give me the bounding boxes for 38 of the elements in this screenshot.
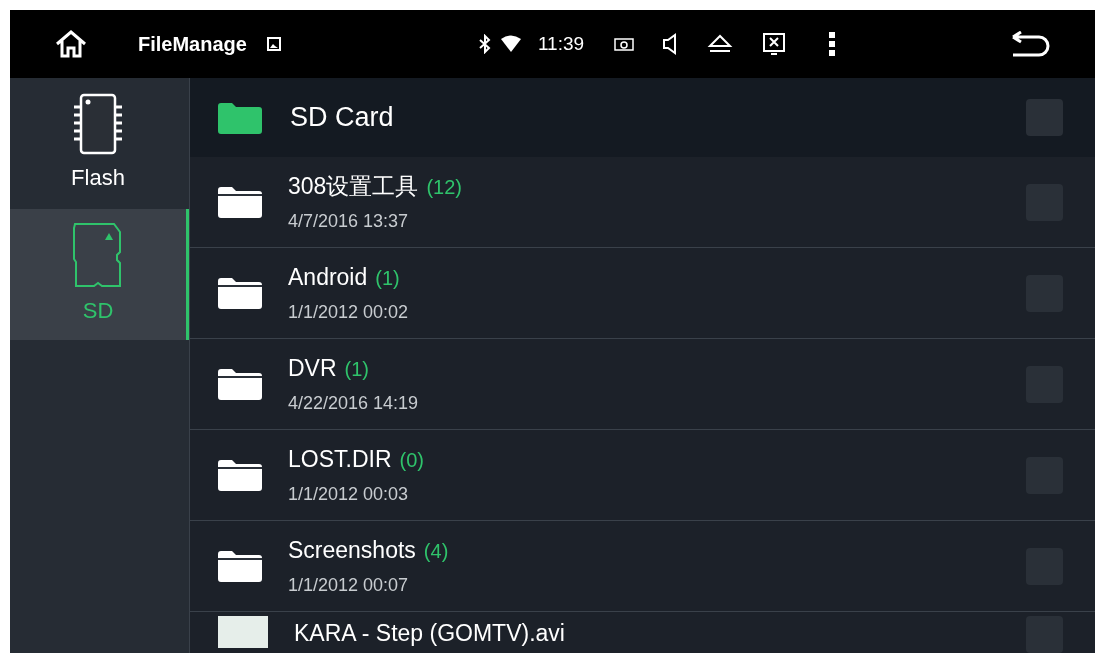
file-name: KARA - Step (GOMTV).avi [294, 619, 565, 648]
item-count: (0) [399, 448, 424, 474]
home-icon[interactable] [54, 29, 88, 59]
location-label: SD Card [290, 101, 394, 135]
item-count: (4) [423, 539, 449, 565]
item-count: (12) [426, 175, 462, 201]
screen-close-icon[interactable] [763, 33, 786, 55]
modified-date: 1/1/2012 00:07 [288, 573, 410, 597]
item-count: (1) [375, 266, 400, 292]
folder-icon [218, 277, 262, 309]
file-name: 308设置工具 [288, 172, 419, 202]
app-title: FileManage [138, 32, 247, 57]
item-count: (1) [344, 357, 369, 383]
file-name: Screenshots [288, 536, 416, 566]
camera-icon[interactable] [614, 37, 635, 51]
folder-icon [218, 459, 262, 491]
more-icon[interactable] [829, 32, 836, 56]
clock: 11:39 [537, 31, 585, 56]
modified-date: 1/1/2012 00:03 [288, 482, 410, 506]
modified-date: 1/1/2012 00:02 [288, 300, 409, 324]
sd-card-icon [72, 222, 124, 288]
wifi-icon [499, 35, 522, 53]
speaker-icon[interactable] [662, 33, 679, 55]
modified-date: 4/7/2016 13:37 [288, 209, 410, 233]
sidebar-item[interactable]: SD [10, 209, 189, 340]
folder-icon [218, 550, 262, 582]
folder-icon [218, 101, 262, 134]
file-name: DVR [288, 354, 337, 384]
image-icon [266, 37, 281, 51]
video-thumbnail [218, 616, 268, 648]
bluetooth-icon [477, 34, 492, 54]
file-name: LOST.DIR [288, 445, 392, 475]
modified-date: 4/22/2016 14:19 [288, 391, 419, 415]
memory-chip-icon [71, 93, 125, 155]
eject-icon[interactable] [707, 34, 734, 54]
file-name: Android [288, 263, 368, 293]
folder-icon [218, 186, 262, 218]
folder-icon [218, 368, 262, 400]
